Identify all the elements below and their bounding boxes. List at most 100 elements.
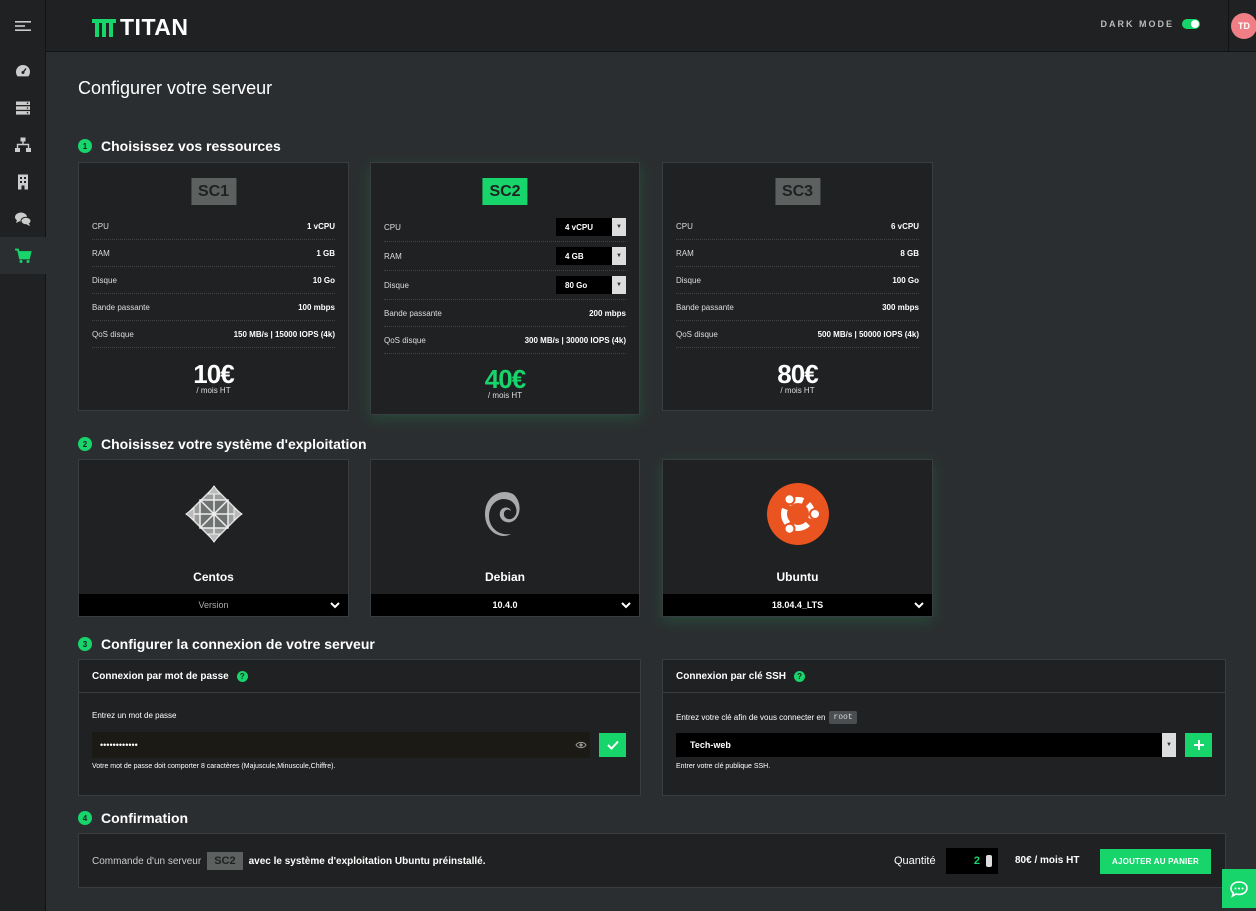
- spec-row-disk: Disque 80 Go ▼: [384, 271, 626, 300]
- sidebar-item-servers[interactable]: [0, 89, 46, 126]
- chevron-down-icon: [621, 602, 631, 609]
- spec-value: 300 mbps: [882, 302, 919, 312]
- debian-logo-icon: [485, 492, 520, 536]
- live-chat-button[interactable]: [1222, 869, 1256, 908]
- chat-icon: [15, 212, 32, 226]
- plan-price-period: / mois HT: [780, 386, 815, 395]
- spec-key: QoS disque: [384, 335, 426, 345]
- brand-logo[interactable]: TITAN: [92, 14, 189, 41]
- step-label: Choisissez votre système d'exploitation: [101, 436, 367, 452]
- spinner-arrows-icon[interactable]: [986, 855, 992, 867]
- spec-row-ram: RAM 8 GB: [676, 240, 919, 267]
- chevron-down-icon: ▼: [1162, 733, 1176, 757]
- spec-key: Bande passante: [92, 302, 150, 312]
- spec-key: CPU: [384, 222, 401, 232]
- building-icon: [18, 174, 28, 189]
- spec-value: 150 MB/s | 15000 IOPS (4k): [233, 329, 335, 339]
- add-to-cart-button[interactable]: AJOUTER AU PANIER: [1100, 849, 1211, 874]
- sidebar-item-cart[interactable]: [0, 237, 46, 274]
- ssh-key-select[interactable]: Tech-web ▼: [676, 733, 1176, 757]
- menu-icon: [15, 21, 31, 31]
- confirm-password-button[interactable]: [599, 733, 626, 757]
- ssh-label-row: Entrez votre clé afin de vous connecter …: [676, 711, 857, 724]
- chevron-down-icon: [914, 602, 924, 609]
- ram-select[interactable]: 4 GB ▼: [556, 247, 626, 265]
- spec-value: 200 mbps: [589, 308, 626, 318]
- ssh-card-title: Connexion par clé SSH: [676, 670, 787, 682]
- spec-value: 6 vCPU: [890, 221, 919, 231]
- centos-logo-icon: [184, 485, 243, 543]
- chevron-down-icon: [330, 602, 340, 609]
- os-name: Ubuntu: [776, 570, 819, 584]
- plan-card-sc1[interactable]: SC1 CPU 1 vCPU RAM 1 GB Disque 10 Go Bande …: [78, 162, 349, 411]
- cpu-select[interactable]: 4 vCPU ▼: [556, 218, 626, 236]
- menu-toggle-button[interactable]: [0, 0, 46, 52]
- titan-logo-icon: [92, 18, 116, 37]
- spec-row-bandwidth: Bande passante 300 mbps: [676, 294, 919, 321]
- spec-key: CPU: [92, 221, 109, 231]
- spec-key: RAM: [384, 251, 402, 261]
- help-icon[interactable]: ?: [794, 670, 806, 682]
- step-label: Choisissez vos ressources: [101, 138, 281, 154]
- check-icon: [606, 740, 619, 750]
- plan-card-sc3[interactable]: SC3 CPU 6 vCPU RAM 8 GB Disque 100 Go Bande…: [662, 162, 933, 411]
- sidebar-item-dashboard[interactable]: [0, 52, 46, 89]
- spec-key: Disque: [384, 280, 409, 290]
- avatar[interactable]: TD: [1231, 13, 1256, 39]
- sidebar-item-support[interactable]: [0, 200, 46, 237]
- dark-mode-toggle[interactable]: [1182, 19, 1200, 29]
- plan-badge: SC2: [482, 178, 528, 205]
- os-version-value: 18.04.4_LTS: [771, 600, 824, 610]
- password-card-header: Connexion par mot de passe ?: [79, 660, 640, 693]
- disk-select[interactable]: 80 Go ▼: [556, 276, 626, 294]
- os-version-select[interactable]: 18.04.4_LTS: [663, 594, 932, 616]
- help-icon[interactable]: ?: [236, 670, 248, 682]
- add-ssh-key-button[interactable]: [1185, 733, 1212, 757]
- os-version-select[interactable]: Version: [79, 594, 348, 616]
- spec-key: QoS disque: [676, 329, 718, 339]
- top-header: TITAN DARK MODE TD: [46, 0, 1256, 52]
- password-connection-card: Connexion par mot de passe ? Entrez un m…: [78, 659, 641, 796]
- ram-select-value: 4 GB: [565, 251, 584, 261]
- step-2-heading: 2 Choisissez votre système d'exploitatio…: [78, 436, 367, 452]
- spec-value: 10 Go: [312, 275, 335, 285]
- quantity-stepper[interactable]: 2: [946, 848, 998, 874]
- order-summary: Commande d'un serveur SC2 avec le systèm…: [92, 852, 485, 870]
- spec-key: Disque: [676, 275, 701, 285]
- spec-row-cpu: CPU 1 vCPU: [92, 213, 335, 240]
- order-prefix: Commande d'un serveur: [92, 855, 202, 867]
- spec-key: QoS disque: [92, 329, 134, 339]
- ssh-label: Entrez votre clé afin de vous connecter …: [676, 713, 826, 722]
- password-input[interactable]: [92, 732, 590, 758]
- os-card-ubuntu[interactable]: Ubuntu 18.04.4_LTS: [662, 459, 933, 617]
- plan-price-period: / mois HT: [487, 391, 523, 400]
- os-version-select[interactable]: 10.4.0: [371, 594, 639, 616]
- ubuntu-logo-icon: [766, 483, 829, 545]
- sidebar: [0, 0, 46, 911]
- os-name: Debian: [484, 570, 525, 584]
- spec-row-cpu: CPU 6 vCPU: [676, 213, 919, 240]
- spec-value: 8 GB: [900, 248, 919, 258]
- page-title: Configurer votre serveur: [78, 78, 273, 98]
- step-number: 1: [78, 139, 92, 153]
- spec-row-disk: Disque 100 Go: [676, 267, 919, 294]
- plan-price-period: / mois HT: [196, 386, 231, 395]
- plan-card-sc2[interactable]: SC2 CPU 4 vCPU ▼ RAM 4 GB ▼ Disque 80 Go ▼ …: [370, 162, 640, 415]
- spec-key: RAM: [676, 248, 694, 258]
- eye-icon[interactable]: [575, 740, 587, 750]
- spec-key: Bande passante: [384, 308, 442, 318]
- spec-row-qos: QoS disque 300 MB/s | 30000 IOPS (4k): [384, 327, 626, 354]
- servers-icon: [16, 101, 30, 115]
- sidebar-item-network[interactable]: [0, 126, 46, 163]
- os-card-debian[interactable]: Debian 10.4.0: [370, 459, 640, 617]
- step-number: 3: [78, 637, 92, 651]
- spec-row-bandwidth: Bande passante 100 mbps: [92, 294, 335, 321]
- plan-badge: SC1: [190, 178, 237, 205]
- ssh-card-header: Connexion par clé SSH ?: [663, 660, 1225, 693]
- spec-value: 1 vCPU: [306, 221, 335, 231]
- sidebar-item-datacenter[interactable]: [0, 163, 46, 200]
- spec-row-qos: QoS disque 150 MB/s | 15000 IOPS (4k): [92, 321, 335, 348]
- os-name: Centos: [193, 570, 234, 584]
- spec-value: 300 MB/s | 30000 IOPS (4k): [524, 335, 626, 345]
- os-card-centos[interactable]: Centos Version: [78, 459, 349, 617]
